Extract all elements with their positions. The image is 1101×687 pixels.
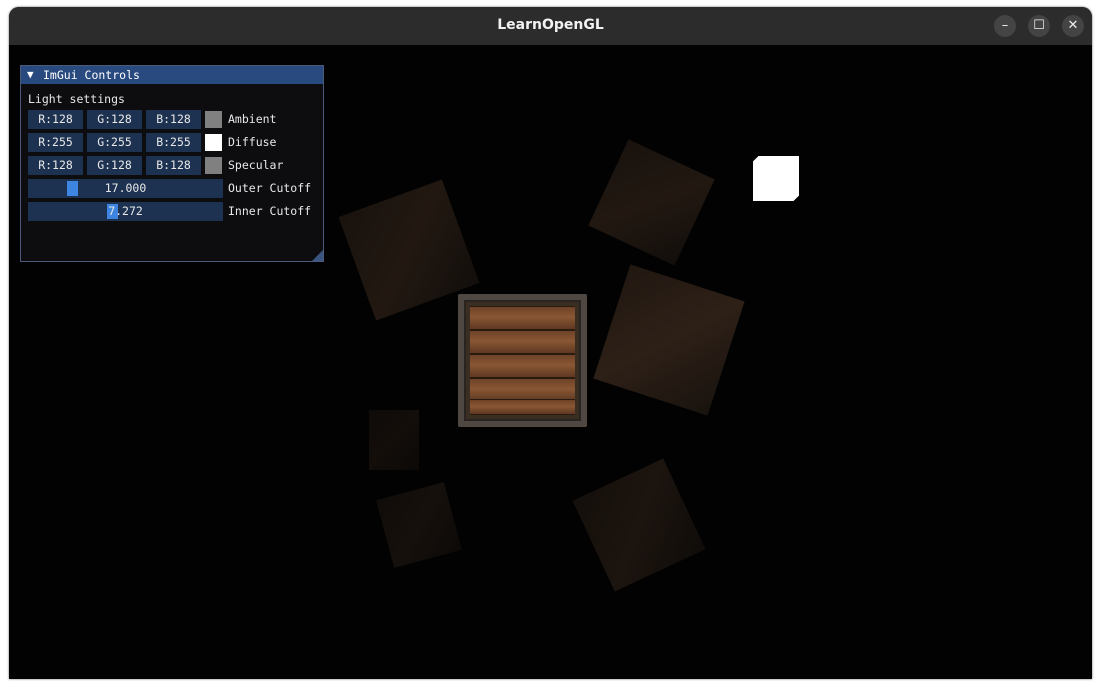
diffuse-color-row: R:255 G:255 B:255 Diffuse <box>28 133 320 152</box>
outer-cutoff-value: 17.000 <box>104 181 147 195</box>
title-bar[interactable]: LearnOpenGL – ☐ ✕ <box>9 7 1092 45</box>
crate <box>572 458 706 592</box>
diffuse-g-field[interactable]: G:255 <box>87 133 142 152</box>
crate <box>369 410 419 470</box>
diffuse-color-swatch[interactable] <box>205 134 222 151</box>
diffuse-r-field[interactable]: R:255 <box>28 133 83 152</box>
render-viewport[interactable]: ▼ ImGui Controls Light settings R:128 G:… <box>9 45 1092 679</box>
lit-crate <box>458 294 587 427</box>
resize-grip-icon[interactable] <box>312 250 323 261</box>
diffuse-label: Diffuse <box>228 135 277 149</box>
light-source-cube <box>753 156 799 201</box>
inner-cutoff-value: 7.272 <box>108 204 143 218</box>
diffuse-b-field[interactable]: B:255 <box>146 133 201 152</box>
imgui-title-bar[interactable]: ▼ ImGui Controls <box>21 66 323 84</box>
collapse-arrow-icon[interactable]: ▼ <box>27 68 34 81</box>
app-window: LearnOpenGL – ☐ ✕ ▼ ImGui Controls Light… <box>9 7 1092 679</box>
ambient-g-field[interactable]: G:128 <box>87 110 142 129</box>
specular-label: Specular <box>228 158 284 172</box>
specular-g-field[interactable]: G:128 <box>87 156 142 175</box>
inner-cutoff-slider[interactable]: 7.272 <box>28 202 223 221</box>
inner-cutoff-label: Inner Cutoff <box>228 204 312 218</box>
outer-cutoff-slider[interactable]: 17.000 <box>28 179 223 198</box>
crate <box>593 264 745 416</box>
crate <box>376 482 462 568</box>
specular-color-swatch[interactable] <box>205 157 222 174</box>
ambient-b-field[interactable]: B:128 <box>146 110 201 129</box>
crate <box>588 139 715 266</box>
minimize-button[interactable]: – <box>994 15 1016 37</box>
imgui-controls-panel[interactable]: ▼ ImGui Controls Light settings R:128 G:… <box>20 65 324 262</box>
specular-r-field[interactable]: R:128 <box>28 156 83 175</box>
outer-cutoff-row: 17.000 Outer Cutoff <box>28 179 320 198</box>
ambient-color-swatch[interactable] <box>205 111 222 128</box>
ambient-color-row: R:128 G:128 B:128 Ambient <box>28 110 320 129</box>
inner-cutoff-row: 7.272 Inner Cutoff <box>28 202 320 221</box>
section-label: Light settings <box>28 92 125 106</box>
outer-cutoff-label: Outer Cutoff <box>228 181 312 195</box>
specular-b-field[interactable]: B:128 <box>146 156 201 175</box>
imgui-title: ImGui Controls <box>43 68 140 82</box>
window-title: LearnOpenGL <box>497 17 604 33</box>
maximize-button[interactable]: ☐ <box>1028 15 1050 37</box>
close-button[interactable]: ✕ <box>1062 15 1084 37</box>
specular-color-row: R:128 G:128 B:128 Specular <box>28 156 320 175</box>
ambient-label: Ambient <box>228 112 277 126</box>
ambient-r-field[interactable]: R:128 <box>28 110 83 129</box>
